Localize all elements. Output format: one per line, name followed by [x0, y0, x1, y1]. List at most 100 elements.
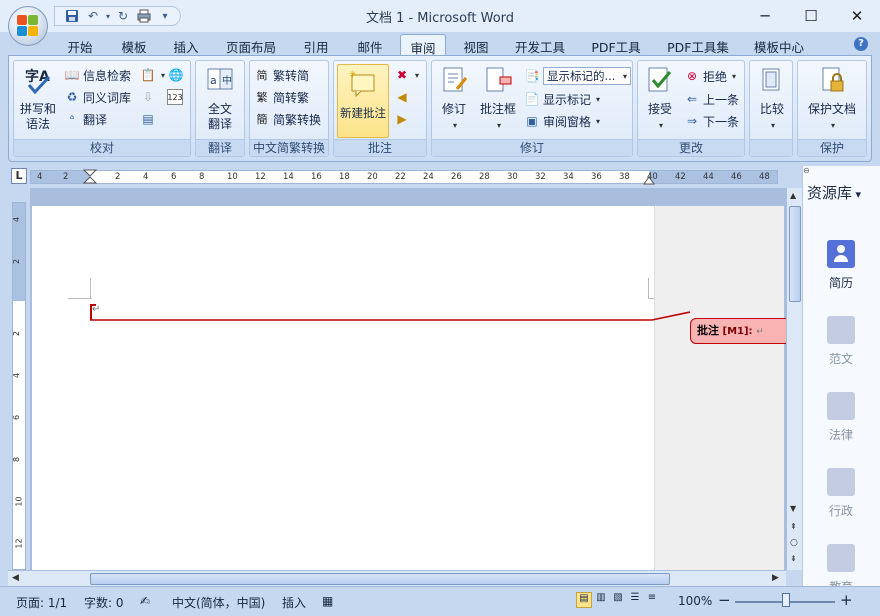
research-button[interactable]: 📖 信息检索: [64, 65, 132, 85]
panel-collapse-icon[interactable]: ⊖: [803, 166, 880, 176]
new-comment-icon: ✳: [349, 70, 375, 98]
group-changes: 接受 ▾ ⊗ 拒绝 ▾ ⇐ 上一条 ⇒ 下一条 更改: [637, 60, 745, 157]
next-page-icon[interactable]: ⇟: [790, 554, 797, 563]
zoom-level[interactable]: 100%: [678, 594, 712, 608]
zoom-in-button[interactable]: +: [840, 591, 853, 609]
tab-home[interactable]: 开始: [58, 34, 102, 56]
browse-object-icon[interactable]: ○: [790, 538, 798, 548]
accept-button[interactable]: 接受 ▾: [642, 65, 678, 133]
resource-resume[interactable]: 简历: [811, 240, 871, 291]
tab-mailings[interactable]: 邮件: [348, 34, 392, 56]
track-changes-button[interactable]: 修订 ▾: [436, 65, 472, 133]
compare-button[interactable]: 比较 ▾: [752, 65, 792, 133]
zoom-slider-knob[interactable]: [782, 593, 790, 607]
tab-page-layout[interactable]: 页面布局: [218, 34, 284, 56]
maximize-button[interactable]: ☐: [788, 0, 834, 32]
tab-template-center[interactable]: 模板中心: [746, 34, 812, 56]
tab-pdf-tools[interactable]: PDF工具: [584, 34, 648, 56]
tab-insert[interactable]: 插入: [164, 34, 208, 56]
word-count-button[interactable]: ▤: [140, 109, 156, 129]
to-simplified-button[interactable]: 简 繁转简: [254, 65, 310, 85]
spell-check-button[interactable]: 字A 拼写和语法: [18, 65, 58, 132]
previous-comment-button[interactable]: ◀: [394, 87, 410, 107]
draft-view-icon[interactable]: ≡: [644, 592, 660, 608]
scroll-right-icon[interactable]: ▶: [772, 573, 779, 583]
resource-sample-essay[interactable]: 范文: [811, 316, 871, 367]
document-area[interactable]: ↵ 批注 [M1]: ↵: [30, 188, 786, 570]
to-traditional-button[interactable]: 繁 简转繁: [254, 87, 310, 107]
reject-button[interactable]: ⊗ 拒绝 ▾: [684, 66, 736, 86]
ribbon-tabs: 开始 模板 插入 页面布局 引用 邮件 审阅 视图 开发工具 PDF工具 PDF…: [0, 32, 880, 56]
previous-change-button[interactable]: ⇐ 上一条: [684, 89, 739, 109]
reviewing-pane-icon: ▣: [526, 114, 538, 128]
horizontal-scroll-thumb[interactable]: [90, 573, 670, 585]
group-label: 翻译: [196, 139, 244, 156]
previous-page-icon[interactable]: ⇞: [790, 522, 797, 531]
new-comment-button[interactable]: ✳ 新建批注: [337, 64, 389, 138]
reviewing-pane-button[interactable]: ▣ 审阅窗格 ▾: [524, 111, 600, 131]
comment-balloon[interactable]: 批注 [M1]: ↵: [690, 318, 786, 344]
tab-selector[interactable]: L: [11, 168, 27, 184]
tab-review[interactable]: 审阅: [400, 34, 446, 56]
protect-document-button[interactable]: 保护文档 ▾: [800, 65, 864, 133]
ruler-tick-label: 24: [423, 172, 434, 182]
ruler-tick-label: 36: [591, 172, 602, 182]
ruler-tick-label: 12: [255, 172, 266, 182]
tab-developer[interactable]: 开发工具: [508, 34, 572, 56]
zoom-out-button[interactable]: −: [718, 591, 731, 609]
next-change-button[interactable]: ⇒ 下一条: [684, 111, 739, 131]
resource-library-title[interactable]: 资源库 ▾: [807, 182, 861, 203]
scroll-down-icon[interactable]: ▼: [790, 504, 796, 513]
ruler-tick-label: 14: [283, 172, 294, 182]
next-comment-button[interactable]: ▶: [394, 109, 410, 129]
vertical-scrollbar[interactable]: ▲ ▼ ⇞ ○ ⇟: [786, 188, 802, 570]
tab-templates[interactable]: 模板: [112, 34, 156, 56]
comment-para-mark: ↵: [756, 327, 764, 337]
office-button[interactable]: [8, 6, 48, 46]
document-page[interactable]: ↵ 批注 [M1]: ↵: [32, 206, 786, 570]
vertical-scroll-thumb[interactable]: [789, 206, 801, 302]
status-word-count[interactable]: 字数: 0: [84, 594, 124, 611]
group-label: 更改: [638, 139, 744, 156]
group-proofing: 字A 拼写和语法 📖 信息检索 ♻ 同义词库 ᵃ 翻译 📋 ▾ 🌐 ⇩ 123 ▤: [13, 60, 191, 157]
full-screen-reading-icon[interactable]: ▥: [593, 592, 609, 608]
print-layout-view-icon[interactable]: ▤: [576, 592, 592, 608]
scroll-left-icon[interactable]: ◀: [12, 573, 19, 583]
balloons-button[interactable]: 批注框 ▾: [476, 65, 520, 133]
traditional-icon: 繁: [256, 91, 268, 104]
web-layout-icon[interactable]: ▧: [610, 592, 626, 608]
status-insert-mode[interactable]: 插入: [282, 594, 306, 611]
outline-view-icon[interactable]: ☰: [627, 592, 643, 608]
minimize-button[interactable]: ─: [742, 0, 788, 32]
status-page[interactable]: 页面: 1/1: [16, 594, 67, 611]
tab-pdf-toolset[interactable]: PDF工具集: [660, 34, 736, 56]
horizontal-scrollbar[interactable]: ◀ ▶: [8, 570, 786, 586]
group-label: 中文简繁转换: [250, 139, 328, 156]
ruler-tick-label: 2: [63, 172, 69, 182]
close-button[interactable]: ✕: [834, 0, 880, 32]
horizontal-ruler[interactable]: L 4 2 2 4 6 8 10 12 14 16 18 20 22 24 26 28 30 32 34 36 38 40…: [8, 166, 784, 188]
macro-record-icon[interactable]: ▦: [322, 594, 333, 608]
essay-icon: [827, 316, 855, 344]
status-language[interactable]: 中文(简体，中国): [172, 594, 265, 611]
indent-marker-icon[interactable]: [83, 169, 97, 185]
scroll-up-icon[interactable]: ▲: [790, 191, 796, 200]
resource-law[interactable]: 法律: [811, 392, 871, 443]
set-language-button[interactable]: ⇩ 123: [140, 87, 183, 107]
vertical-ruler[interactable]: 4 2 2 4 6 8 10 12: [8, 188, 30, 570]
translate-small-button[interactable]: ᵃ 翻译: [64, 109, 107, 129]
proofing-status-icon[interactable]: ✍: [140, 594, 150, 608]
right-indent-marker-icon[interactable]: [643, 175, 655, 185]
tab-view[interactable]: 视图: [454, 34, 498, 56]
display-for-review-select[interactable]: 📑 显示标记的... ▾: [524, 66, 631, 86]
convert-button[interactable]: 簡 简繁转换: [254, 109, 322, 129]
help-icon[interactable]: ?: [854, 37, 868, 51]
tab-references[interactable]: 引用: [294, 34, 338, 56]
translate-tooltip-button[interactable]: 📋 ▾ 🌐: [140, 65, 184, 85]
resource-administration[interactable]: 行政: [811, 468, 871, 519]
delete-comment-button[interactable]: ✖ ▾: [394, 65, 419, 85]
full-translate-button[interactable]: a 中 全文翻译: [200, 65, 240, 132]
thesaurus-button[interactable]: ♻ 同义词库: [64, 87, 131, 107]
show-markup-button[interactable]: 📄 显示标记 ▾: [524, 89, 601, 109]
group-tracking: 修订 ▾ 批注框 ▾ 📑 显示标记的... ▾ 📄 显示标记 ▾ ▣ 审阅窗格 ▾ 修…: [431, 60, 633, 157]
